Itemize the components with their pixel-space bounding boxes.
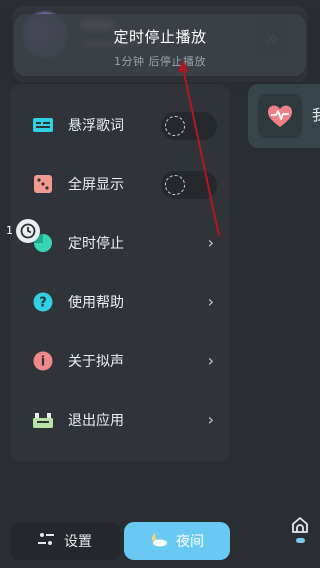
moon-cloud-icon: [150, 531, 168, 551]
menu-item-help[interactable]: ? 使用帮助 ›: [10, 275, 230, 331]
chevron-right-icon: ›: [207, 351, 214, 370]
sliders-icon: [38, 532, 54, 550]
right-card-label: 我: [312, 106, 320, 124]
exit-icon: [32, 409, 54, 431]
alarm-clock-icon: [16, 219, 40, 243]
menu-item-sleep-timer[interactable]: 定时停止 ›: [10, 216, 230, 272]
settings-label: 设置: [64, 534, 92, 550]
home-icon[interactable]: [288, 516, 312, 552]
dice-icon: [32, 173, 54, 195]
question-icon: ?: [32, 291, 54, 313]
toast-title: 定时停止播放: [113, 28, 207, 46]
menu-item-label: 使用帮助: [68, 295, 124, 311]
menu-item-label: 退出应用: [68, 413, 124, 429]
active-indicator: [296, 538, 305, 543]
svg-text:i: i: [41, 355, 45, 370]
heart-pulse-icon: [258, 94, 302, 138]
floating-lyrics-toggle[interactable]: [161, 112, 217, 140]
night-label: 夜间: [176, 534, 204, 550]
menu-item-label: 全屏显示: [68, 177, 124, 193]
badge-count: 1: [6, 224, 13, 237]
chevron-right-icon: ›: [207, 233, 214, 252]
toast-subtitle: 1分钟 后停止播放: [114, 55, 206, 68]
menu-item-floating-lyrics[interactable]: 悬浮歌词: [10, 98, 230, 154]
toggle-knob: [165, 175, 185, 195]
night-mode-button[interactable]: 夜间: [124, 522, 230, 560]
menu-item-fullscreen[interactable]: 全屏显示: [10, 157, 230, 213]
sleep-timer-floating-badge[interactable]: 1: [4, 218, 40, 246]
chevron-right-icon: ›: [207, 292, 214, 311]
svg-text:?: ?: [39, 296, 47, 311]
menu-item-about[interactable]: i 关于拟声 ›: [10, 334, 230, 390]
subtitle-icon: [32, 114, 54, 136]
chevron-right-icon: ›: [207, 410, 214, 429]
toggle-knob: [165, 116, 185, 136]
fullscreen-toggle[interactable]: [161, 171, 217, 199]
info-icon: i: [32, 350, 54, 372]
menu-item-label: 定时停止: [68, 236, 124, 252]
bottom-bar: 设置 夜间: [0, 510, 320, 568]
menu-item-label: 关于拟声: [68, 354, 124, 370]
menu-item-label: 悬浮歌词: [68, 118, 124, 134]
menu-item-exit[interactable]: 退出应用 ›: [10, 393, 230, 449]
timer-toast: 定时停止播放 1分钟 后停止播放: [14, 14, 306, 76]
side-menu: 悬浮歌词 全屏显示 定时停止 › ? 使用帮助 › i 关于拟声 › 退出应用 …: [10, 84, 230, 462]
favorite-card[interactable]: 我: [248, 84, 320, 148]
settings-button[interactable]: 设置: [10, 522, 120, 560]
